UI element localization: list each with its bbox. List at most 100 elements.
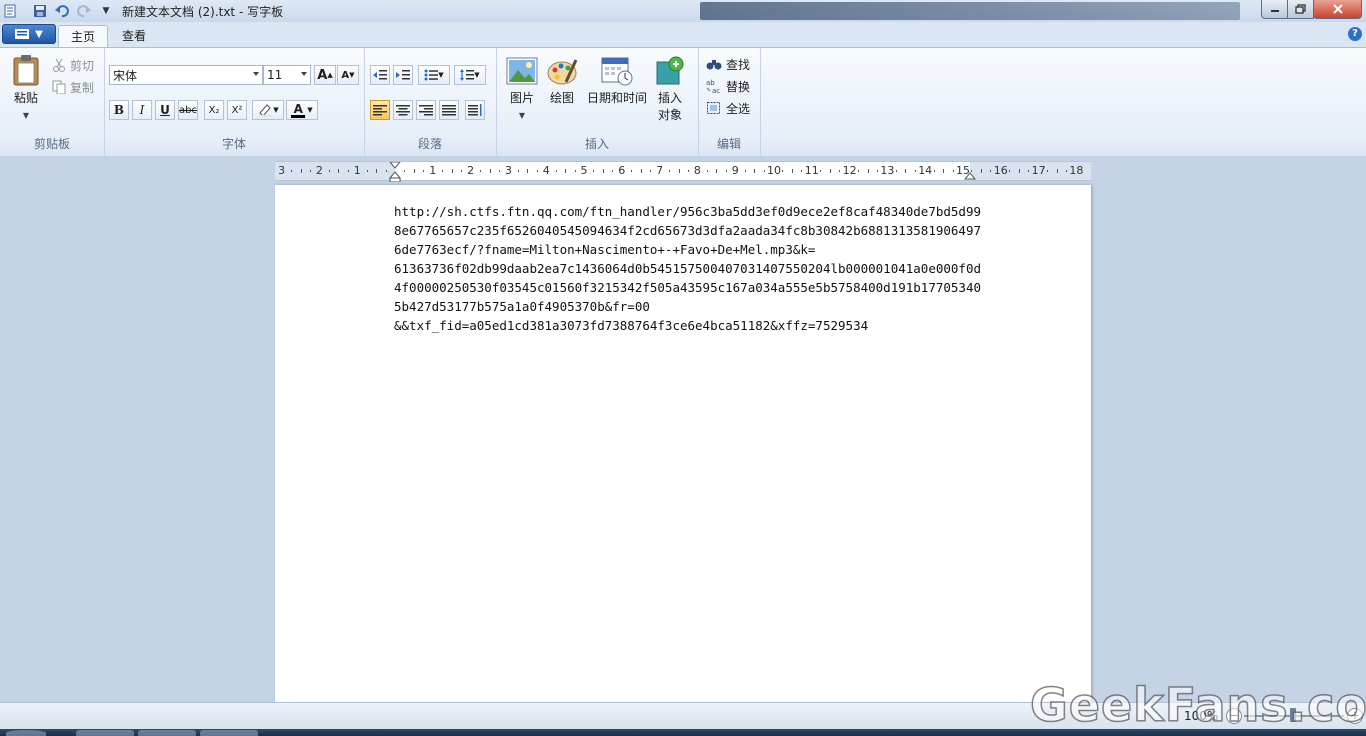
indent-marker-icon[interactable] [389,162,401,182]
document-line: http://sh.ctfs.ftn.qq.com/ftn_handler/95… [394,204,981,219]
start-button[interactable] [6,730,46,736]
ruler-tick [669,170,671,172]
ruler-tick [328,170,330,172]
ruler-tick [895,170,897,172]
font-family-select[interactable]: 宋体 [109,65,263,85]
undo-icon[interactable] [54,3,70,19]
minimize-button[interactable] [1261,0,1288,19]
ruler-tick [536,170,538,172]
shrink-font-button[interactable]: A ▼ [337,65,359,85]
application-menu-button[interactable]: ▼ [2,24,56,44]
ruler-number: 8 [693,164,701,177]
ruler-number: 7 [656,164,664,177]
align-right-button[interactable] [416,100,436,120]
insert-drawing-button[interactable]: 绘图 [544,56,580,107]
redo-icon[interactable] [76,3,92,19]
paste-icon [13,55,39,86]
insert-datetime-button[interactable]: 日期和时间 [584,56,650,107]
increase-indent-button[interactable] [393,65,413,85]
insert-object-button[interactable]: 插入 对象 [650,56,690,124]
decrease-indent-button[interactable] [370,65,390,85]
replace-icon: abac [706,79,720,93]
cut-button[interactable]: 剪切 [52,56,94,74]
ruler-tick [858,170,860,172]
ruler-tick [876,170,878,172]
insert-datetime-label: 日期和时间 [586,91,647,105]
ruler-tick [943,169,945,173]
copy-icon [52,80,66,94]
help-icon[interactable]: ? [1348,27,1362,41]
ruler-number: 6 [618,164,626,177]
taskbar-item[interactable] [76,730,134,736]
document-line: 8e67765657c235f6526040545094634f2cd65673… [394,223,981,238]
underline-icon: U [160,103,170,117]
insert-picture-button[interactable]: 图片 ▼ [504,56,540,124]
bullet-list-button[interactable]: ▼ [418,65,450,85]
ruler-tick [1018,169,1020,173]
clipboard-group-label: 剪贴板 [33,137,70,151]
customize-quick-access-icon[interactable]: ▼ [98,3,114,19]
document-page[interactable]: http://sh.ctfs.ftn.qq.com/ftn_handler/95… [275,185,1091,702]
ruler-number: 13 [880,164,895,177]
maximize-button[interactable] [1287,0,1314,19]
save-icon[interactable] [32,3,48,19]
align-left-button[interactable] [370,100,390,120]
taskbar-item[interactable] [138,730,196,736]
replace-button[interactable]: ab ac 替换 [706,77,750,95]
close-button[interactable] [1313,0,1362,19]
ruler-number: 1 [353,164,361,177]
select-all-button[interactable]: 全选 [706,99,750,117]
ruler[interactable]: 3 2 1 1 2 3 4 5 6 7 8 9 10 11 12 13 14 15 16 17 18 [275,161,1091,182]
find-button[interactable]: 查找 [706,55,750,73]
right-indent-marker-icon[interactable] [964,170,976,180]
font-family-value: 宋体 [113,68,138,83]
paragraph-settings-button[interactable] [465,100,485,120]
font-color-button[interactable]: A ▼ [286,100,318,120]
document-text[interactable]: http://sh.ctfs.ftn.qq.com/ftn_handler/95… [394,202,1034,335]
underline-button[interactable]: U [155,100,175,120]
wordpad-app-icon[interactable] [2,3,18,19]
copy-label: 复制 [70,80,95,95]
ruler-tick [763,170,765,172]
align-center-icon [396,105,410,116]
tab-home[interactable]: 主页 [58,25,109,48]
paste-button[interactable]: 粘贴 ▼ [8,54,44,124]
paste-dropdown-icon[interactable]: ▼ [8,107,44,124]
highlight-color-button[interactable]: ▼ [252,100,284,120]
ruler-number: 10 [767,164,781,177]
font-size-select[interactable]: 11 [263,65,311,85]
taskbar-item[interactable] [200,730,258,736]
grow-font-button[interactable]: A ▲ [314,65,336,85]
ruler-number: 11 [804,164,819,177]
ruler-tick [791,169,793,173]
align-center-button[interactable] [393,100,413,120]
justify-button[interactable] [439,100,459,120]
subscript-button[interactable]: X₂ [204,100,224,120]
ruler-tick [1009,170,1011,172]
editing-group: 查找 ab ac 替换 全选 编辑 [698,48,761,156]
insert-drawing-label: 绘图 [549,91,574,105]
document-line: &&txf_fid=a05ed1cd381a3073fd7388764f3ce6… [394,318,869,333]
paragraph-group: ▼ ▼ 段落 [364,48,497,156]
bold-button[interactable]: B [109,100,129,120]
ruler-tick [489,169,491,173]
restore-icon [1294,4,1306,14]
strikethrough-button[interactable]: abc [178,100,198,120]
decrease-indent-icon [373,70,387,80]
line-spacing-button[interactable]: ▼ [454,65,486,85]
copy-button[interactable]: 复制 [52,78,94,96]
ruler-number: 3 [504,164,512,177]
italic-button[interactable]: I [132,100,152,120]
document-line: 61363736f02db99daab2ea7c1436064d0b545157… [394,261,981,276]
ruler-tick [725,170,727,172]
paragraph-icon [468,104,482,116]
ruler-number: 5 [580,164,588,177]
ruler-tick [1056,169,1058,173]
cut-label: 剪切 [70,58,95,73]
ruler-tick [517,170,519,172]
ruler-tick [820,170,822,172]
superscript-button[interactable]: X² [227,100,247,120]
tab-view[interactable]: 查看 [110,25,158,47]
document-line: 5b427d53177b575a1a0f4905370b&fr=00 [394,299,650,314]
ruler-tick [442,170,444,172]
